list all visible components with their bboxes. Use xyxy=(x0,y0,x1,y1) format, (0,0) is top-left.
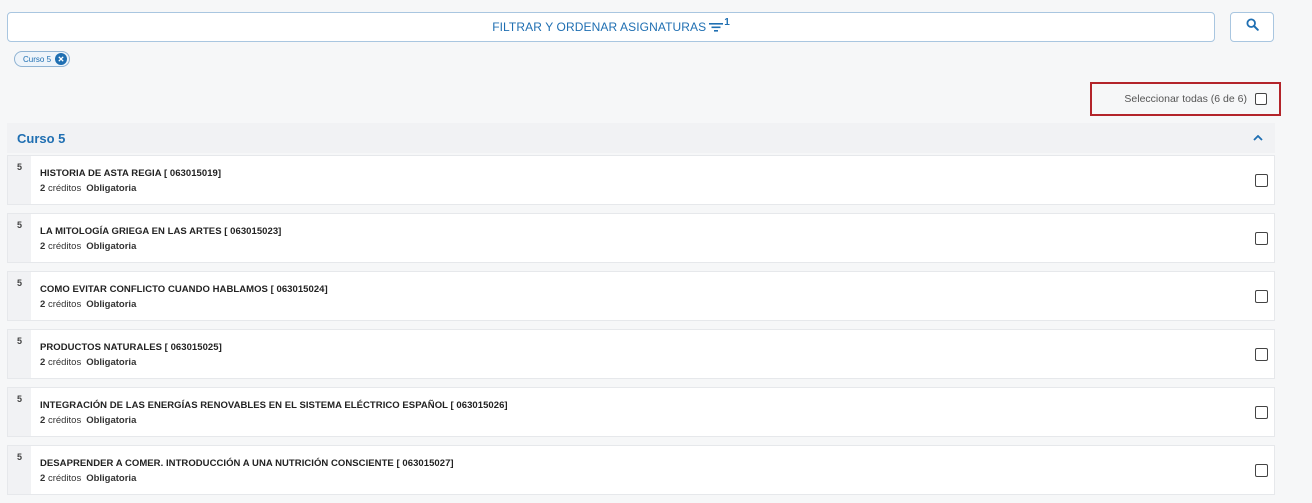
group-title: Curso 5 xyxy=(17,130,66,146)
chevron-up-icon[interactable] xyxy=(1253,135,1263,141)
course-credits: 2 xyxy=(40,183,46,194)
select-all-label: Seleccionar todas (6 de 6) xyxy=(1124,93,1247,105)
course-item[interactable]: 5 HISTORIA DE ASTA REGIA [ 063015019] 2 … xyxy=(7,155,1275,205)
course-type: Obligatoria xyxy=(86,415,137,426)
course-checkbox[interactable] xyxy=(1255,231,1268,245)
course-item[interactable]: 5 LA MITOLOGÍA GRIEGA EN LAS ARTES [ 063… xyxy=(7,213,1275,263)
course-title: INTEGRACIÓN DE LAS ENERGÍAS RENOVABLES E… xyxy=(40,400,508,411)
course-meta: 2 créditos Obligatoria xyxy=(40,299,1255,310)
course-type: Obligatoria xyxy=(86,357,137,368)
filter-icon xyxy=(709,21,724,33)
filter-chip: Curso 5 xyxy=(14,51,71,67)
course-item[interactable]: 5 COMO EVITAR CONFLICTO CUANDO HABLAMOS … xyxy=(7,271,1275,321)
course-list: 5 HISTORIA DE ASTA REGIA [ 063015019] 2 … xyxy=(7,155,1275,503)
course-meta: 2 créditos Obligatoria xyxy=(40,473,1255,484)
filter-count-badge: 1 xyxy=(724,16,730,28)
course-credits-label: créditos xyxy=(47,415,82,426)
select-all-row: Seleccionar todas (6 de 6) xyxy=(1090,82,1281,116)
course-checkbox[interactable] xyxy=(1255,463,1268,477)
course-level: 5 xyxy=(8,446,31,494)
course-level: 5 xyxy=(8,156,31,204)
course-title: PRODUCTOS NATURALES [ 063015025] xyxy=(40,342,222,353)
group-header-curso-5[interactable]: Curso 5 xyxy=(7,123,1275,153)
filter-sort-button[interactable]: FILTRAR Y ORDENAR ASIGNATURAS 1 xyxy=(7,12,1215,42)
search-icon xyxy=(1245,18,1259,36)
course-type: Obligatoria xyxy=(86,473,137,484)
course-meta: 2 créditos Obligatoria xyxy=(40,183,1255,194)
course-credits-label: créditos xyxy=(47,299,82,310)
course-checkbox[interactable] xyxy=(1255,173,1268,187)
select-all-checkbox[interactable] xyxy=(1255,93,1267,105)
filter-chip-label: Curso 5 xyxy=(23,54,52,64)
course-level: 5 xyxy=(8,272,31,320)
course-meta: 2 créditos Obligatoria xyxy=(40,357,1255,368)
course-checkbox[interactable] xyxy=(1255,347,1268,361)
course-level: 5 xyxy=(8,214,31,262)
course-title: DESAPRENDER A COMER. INTRODUCCIÓN A UNA … xyxy=(40,458,454,469)
course-type: Obligatoria xyxy=(86,183,137,194)
course-meta: 2 créditos Obligatoria xyxy=(40,241,1255,252)
course-title: LA MITOLOGÍA GRIEGA EN LAS ARTES [ 06301… xyxy=(40,226,282,237)
course-credits-label: créditos xyxy=(47,473,82,484)
course-item[interactable]: 5 INTEGRACIÓN DE LAS ENERGÍAS RENOVABLES… xyxy=(7,387,1275,437)
course-checkbox[interactable] xyxy=(1255,289,1268,303)
course-title: COMO EVITAR CONFLICTO CUANDO HABLAMOS [ … xyxy=(40,284,328,295)
course-credits: 2 xyxy=(40,473,46,484)
filter-sort-label: FILTRAR Y ORDENAR ASIGNATURAS xyxy=(492,20,707,34)
course-credits: 2 xyxy=(40,415,46,426)
course-meta: 2 créditos Obligatoria xyxy=(40,415,1255,426)
course-credits: 2 xyxy=(40,241,46,252)
course-level: 5 xyxy=(8,388,31,436)
course-item[interactable]: 5 PRODUCTOS NATURALES [ 063015025] 2 cré… xyxy=(7,329,1275,379)
close-circle-icon[interactable] xyxy=(55,53,68,65)
course-credits-label: créditos xyxy=(47,183,82,194)
course-credits-label: créditos xyxy=(47,241,82,252)
course-credits: 2 xyxy=(40,299,46,310)
search-button[interactable] xyxy=(1230,12,1274,42)
course-title: HISTORIA DE ASTA REGIA [ 063015019] xyxy=(40,168,222,179)
course-level: 5 xyxy=(8,330,31,378)
course-type: Obligatoria xyxy=(86,299,137,310)
course-checkbox[interactable] xyxy=(1255,405,1268,419)
course-type: Obligatoria xyxy=(86,241,137,252)
course-credits-label: créditos xyxy=(47,357,82,368)
course-credits: 2 xyxy=(40,357,46,368)
course-item[interactable]: 5 DESAPRENDER A COMER. INTRODUCCIÓN A UN… xyxy=(7,445,1275,495)
